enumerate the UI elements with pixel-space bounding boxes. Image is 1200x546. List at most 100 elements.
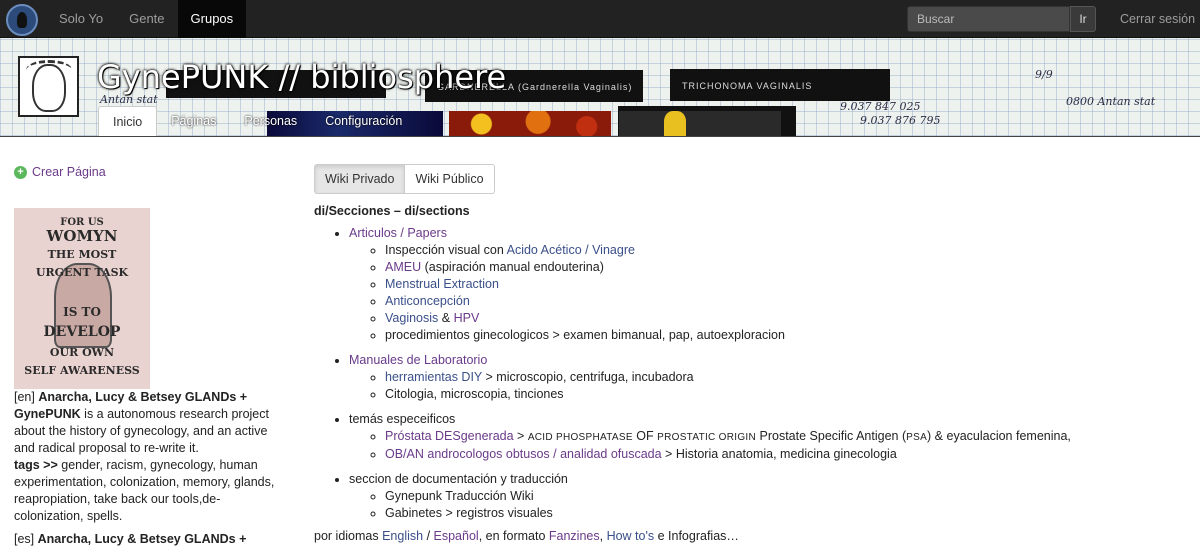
languages-line: por idiomas English / Español, en format… [314, 528, 1174, 545]
create-page-button[interactable]: + Crear Página [14, 160, 286, 184]
link-herramientas-diy[interactable]: herramientas DIY [385, 370, 482, 384]
section-title: di/Secciones – di/sections [314, 204, 470, 218]
list-item: temás especeificos Próstata DESgenerada … [349, 411, 1174, 463]
poster-text: SELF AWARENESS [24, 364, 140, 377]
sublist: Próstata DESgenerada > ACID PHOSPHATASE … [385, 428, 1174, 463]
section-heading: temás especeificos [349, 412, 456, 426]
nav-solo-yo[interactable]: Solo Yo [46, 0, 116, 38]
link-anticoncepcion[interactable]: Anticoncepción [385, 294, 470, 308]
link-ob-an[interactable]: OB/AN androcologos obtusos / analidad of… [385, 447, 662, 461]
link-prostata[interactable]: Próstata DESgenerada [385, 429, 514, 443]
create-page-label: Crear Página [32, 165, 106, 179]
item-text: Gynepunk Traducción Wiki [385, 489, 534, 503]
link-ameu[interactable]: AMEU [385, 260, 421, 274]
list-item: seccion de documentación y traducción Gy… [349, 471, 1174, 522]
search-button[interactable]: Ir [1070, 6, 1096, 32]
group-avatar[interactable] [18, 56, 79, 117]
group-title[interactable]: GynePUNK // bibliosphere [97, 58, 506, 96]
item-text: PSA [906, 432, 928, 443]
list-item: Citologia, microscopia, tinciones [385, 386, 1174, 403]
list-item: Menstrual Extraction [385, 276, 1174, 293]
item-text: Prostate Specific Antigen ( [756, 429, 907, 443]
group-description: [en] Anarcha, Lucy & Betsey GLANDs + Gyn… [14, 389, 286, 546]
plus-icon: + [14, 165, 27, 179]
project-name: Anarcha, Lucy & Betsey GLANDs + [37, 532, 247, 546]
list-item: AMEU (aspiración manual endouterina) [385, 259, 1174, 276]
link-menstrual-extraction[interactable]: Menstrual Extraction [385, 277, 499, 291]
section-heading: seccion de documentación y traducción [349, 472, 568, 486]
banner-microscopy-image [449, 111, 611, 136]
sections-list: Articulos / Papers Inspección visual con… [349, 225, 1174, 522]
poster-text: IS TO [63, 305, 101, 319]
tab-wiki-privado[interactable]: Wiki Privado [314, 164, 406, 194]
site-logo-icon[interactable] [6, 4, 38, 36]
group-poster-image[interactable]: FOR US WOMYN THE MOST URGENT TASK IS TO … [14, 208, 150, 389]
list-item: procedimientos ginecologicos > examen bi… [385, 327, 1174, 344]
sublist: herramientas DIY > microscopio, centrifu… [385, 369, 1174, 403]
item-text: ) & eyaculacion femenina, [927, 429, 1071, 443]
item-text: por idiomas [314, 529, 383, 543]
banner-handwriting: 9/9 [1035, 68, 1053, 81]
list-item: Próstata DESgenerada > ACID PHOSPHATASE … [385, 428, 1174, 446]
item-text: PROSTATIC ORIGIN [657, 432, 757, 443]
list-item: Manuales de Laboratorio herramientas DIY… [349, 352, 1174, 403]
item-text: (aspiración manual endouterina) [421, 260, 604, 274]
poster-text: DEVELOP [43, 324, 121, 340]
tab-configuracion[interactable]: Configuración [311, 106, 416, 136]
banner-handwriting: 9.037 847 025 [840, 100, 921, 113]
poster-text: THE MOST [47, 248, 117, 261]
sublist: Inspección visual con Acido Acético / Vi… [385, 242, 1174, 344]
tags-label: tags >> [14, 458, 58, 472]
group-banner: Antan stat 9/9 0800 Antan stat 9.037 847… [0, 38, 1200, 137]
list-item: Inspección visual con Acido Acético / Vi… [385, 242, 1174, 259]
item-text: / [423, 529, 434, 543]
item-text: > [513, 429, 528, 443]
tab-paginas[interactable]: Páginas [157, 106, 230, 136]
search-input[interactable] [907, 6, 1070, 32]
link-espanol[interactable]: Español [434, 529, 479, 543]
banner-handwriting: 0800 Antan stat [1066, 95, 1156, 108]
link-acido-acetico[interactable]: Acido Acético / Vinagre [507, 243, 635, 257]
list-item: Anticoncepción [385, 293, 1174, 310]
link-english[interactable]: English [382, 529, 423, 543]
lang-tag-en: [en] [14, 390, 39, 404]
link-articulos[interactable]: Articulos / Papers [349, 226, 447, 240]
tab-wiki-publico[interactable]: Wiki Público [405, 164, 495, 194]
tab-inicio[interactable]: Inicio [98, 106, 158, 136]
sidebar: + Crear Página FOR US WOMYN THE MOST URG… [14, 160, 286, 546]
item-text: , [599, 529, 607, 543]
link-hpv[interactable]: HPV [454, 311, 480, 325]
banner-handwriting: 9.037 876 795 [860, 114, 941, 127]
nav-grupos[interactable]: Grupos [177, 0, 247, 38]
item-text: Inspección visual con [385, 243, 507, 257]
lang-tag-es: [es] [14, 532, 38, 546]
item-text: , en formato [478, 529, 549, 543]
poster-text: URGENT TASK [35, 266, 129, 279]
logout-link[interactable]: Cerrar sesión [1120, 0, 1195, 38]
item-text: procedimientos ginecologicos > examen bi… [385, 328, 785, 342]
item-text: OF [632, 429, 658, 443]
link-manuales[interactable]: Manuales de Laboratorio [349, 353, 487, 367]
list-item: herramientas DIY > microscopio, centrifu… [385, 369, 1174, 386]
item-text: & [438, 311, 454, 325]
item-text: ACID PHOSPHATASE [527, 432, 633, 443]
list-item: OB/AN androcologos obtusos / analidad of… [385, 446, 1174, 463]
avatar-face [32, 64, 66, 112]
top-navbar: Solo Yo Gente Grupos Ir Cerrar sesión [0, 0, 1200, 38]
list-item: Gabinetes > registros visuales [385, 505, 1174, 522]
banner-label-box: TRICHONOMA VAGINALIS [670, 69, 890, 101]
list-item: Gynepunk Traducción Wiki [385, 488, 1174, 505]
top-nav: Solo Yo Gente Grupos [46, 0, 247, 38]
nav-gente[interactable]: Gente [116, 0, 177, 38]
poster-text: WOMYN [46, 227, 118, 245]
link-fanzines[interactable]: Fanzines [549, 529, 600, 543]
item-text: Citologia, microscopia, tinciones [385, 387, 564, 401]
list-item: Vaginosis & HPV [385, 310, 1174, 327]
item-text: Gabinetes > registros visuales [385, 506, 553, 520]
banner-microscopy-image [619, 111, 781, 136]
group-tabs: Inicio Páginas Personas Configuración [98, 106, 416, 136]
link-vaginosis[interactable]: Vaginosis [385, 311, 438, 325]
tab-personas[interactable]: Personas [230, 106, 311, 136]
banner-label: TRICHONOMA VAGINALIS [682, 81, 813, 91]
link-how-tos[interactable]: How to's [607, 529, 655, 543]
